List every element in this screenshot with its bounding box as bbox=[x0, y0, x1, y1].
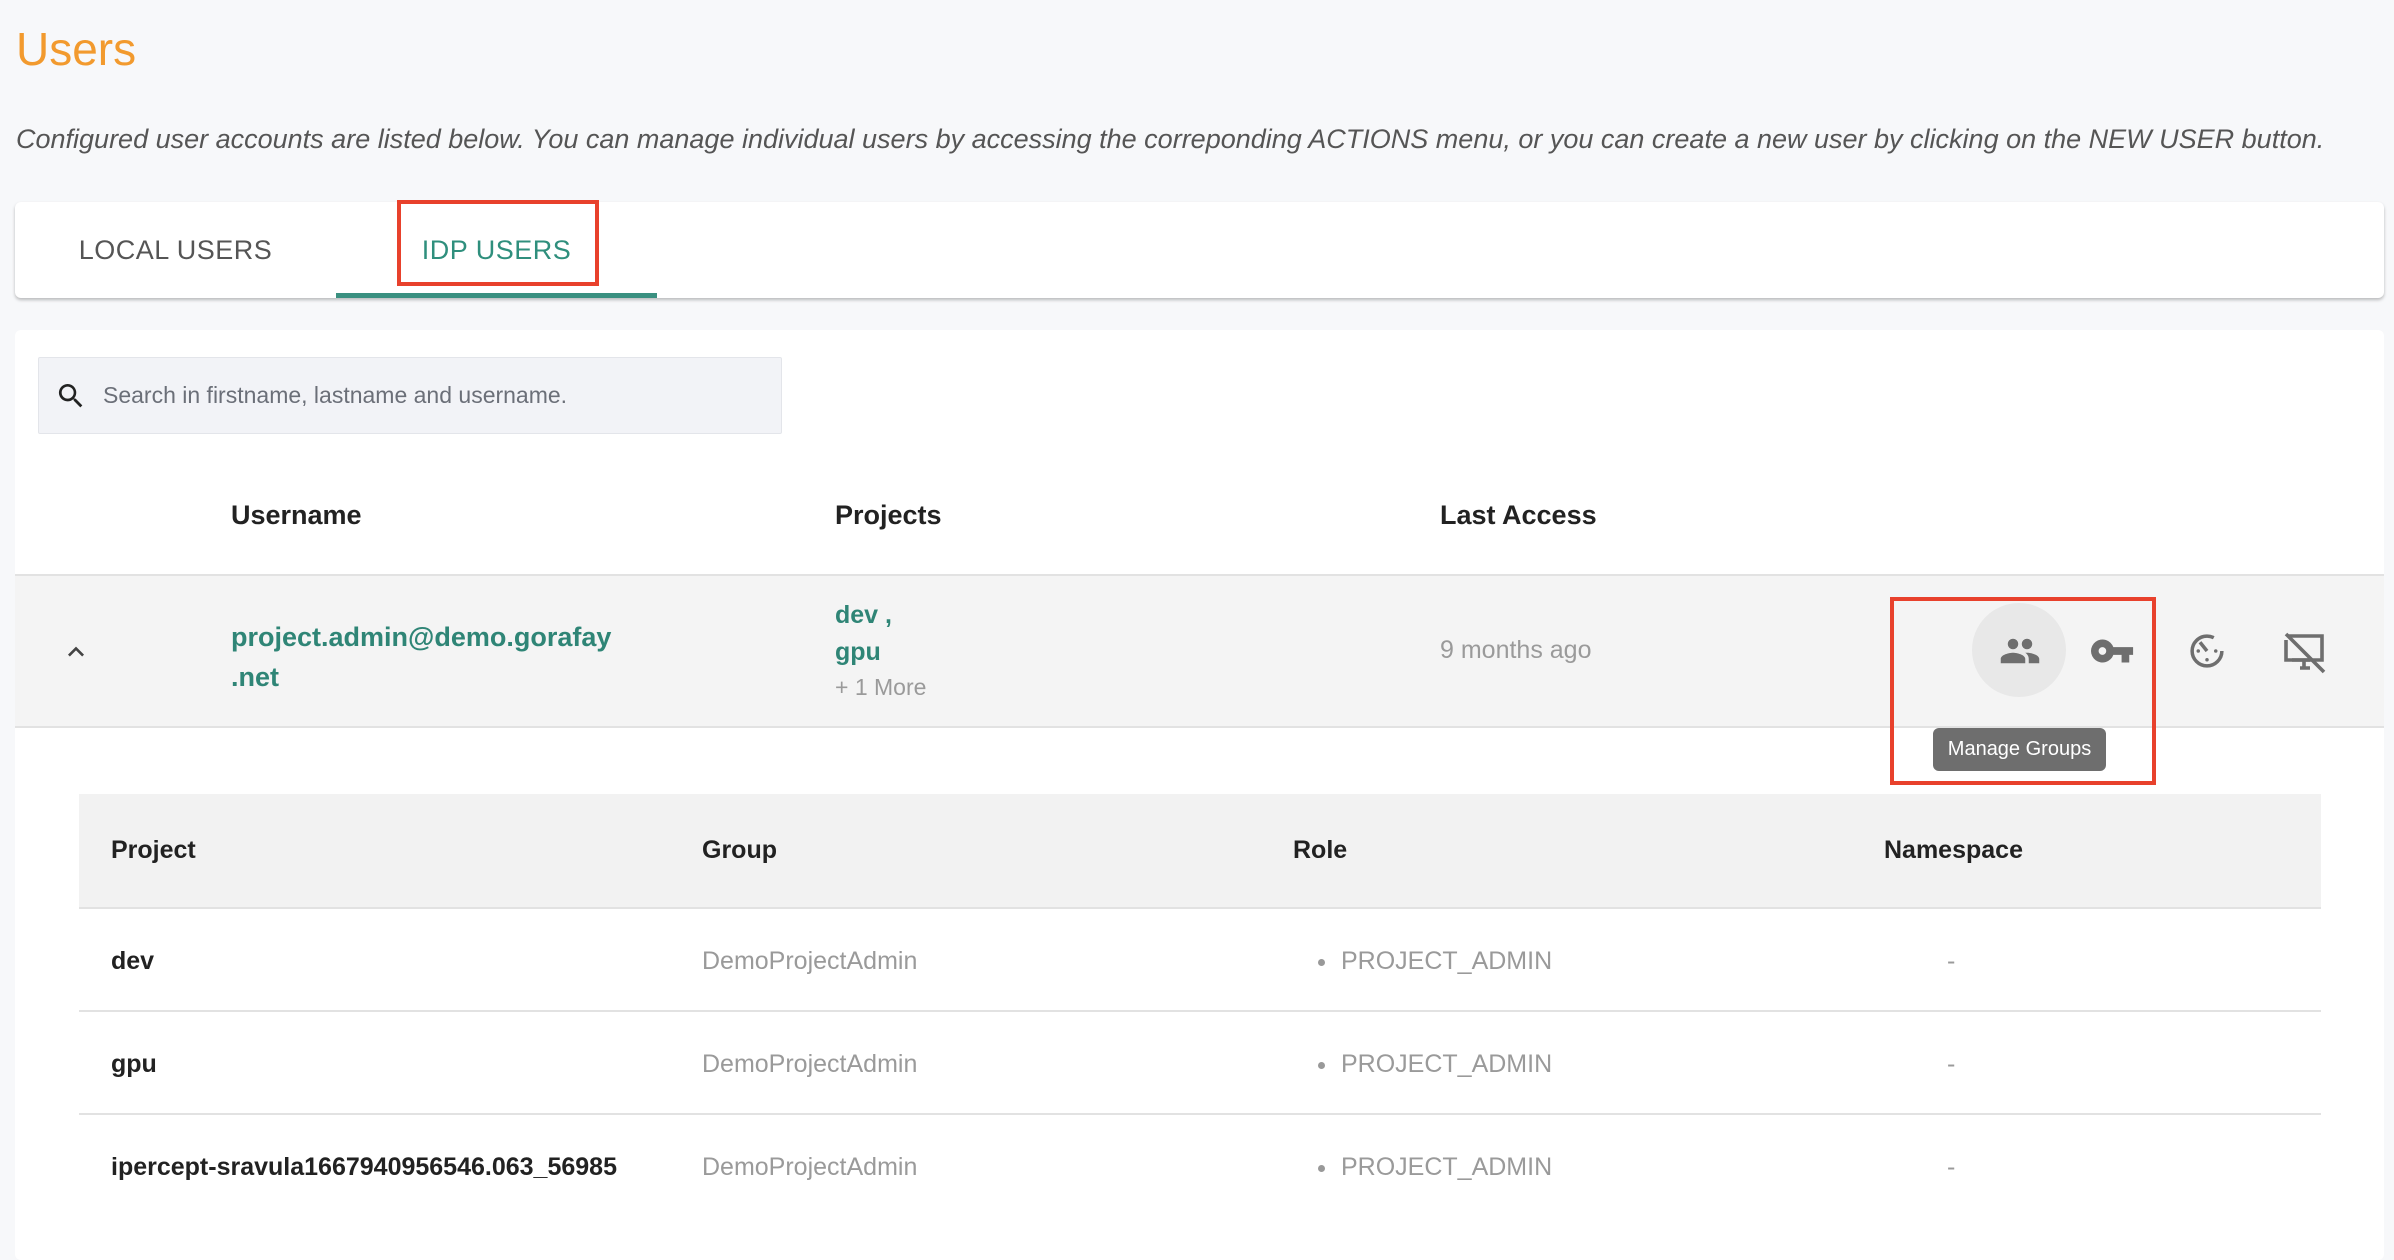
project-link-gpu[interactable]: gpu bbox=[835, 638, 881, 667]
group-cell: DemoProjectAdmin bbox=[702, 947, 918, 975]
bullet bbox=[1318, 1165, 1325, 1172]
role-cell: PROJECT_ADMIN bbox=[1341, 1050, 1553, 1078]
username-link[interactable]: project.admin@demo.gorafay bbox=[231, 622, 611, 653]
search-field[interactable] bbox=[38, 357, 782, 434]
tab-local-users[interactable]: LOCAL USERS bbox=[15, 202, 336, 298]
subtable-row: dev DemoProjectAdmin PROJECT_ADMIN - bbox=[79, 909, 2321, 1012]
search-input[interactable] bbox=[103, 358, 763, 433]
timer-icon[interactable] bbox=[2186, 630, 2228, 672]
search-icon bbox=[58, 384, 83, 408]
group-cell: DemoProjectAdmin bbox=[702, 1153, 918, 1181]
page-description: Configured user accounts are listed belo… bbox=[16, 124, 2325, 154]
chevron-up-icon[interactable] bbox=[60, 636, 92, 668]
column-header-username[interactable]: Username bbox=[231, 500, 362, 531]
subtable-header-role: Role bbox=[1293, 836, 1348, 864]
last-access-value: 9 months ago bbox=[1440, 636, 1592, 664]
subtable-row: ipercept-sravula1667940956546.063_56985 … bbox=[79, 1115, 2321, 1218]
active-tab-indicator bbox=[336, 293, 657, 298]
username-link-continued[interactable]: .net bbox=[231, 662, 279, 693]
subtable-header-group: Group bbox=[702, 836, 777, 864]
subtable-header-project: Project bbox=[111, 836, 196, 864]
more-projects-link[interactable]: + 1 More bbox=[835, 674, 926, 701]
project-link-dev[interactable]: dev , bbox=[835, 601, 892, 630]
role-cell: PROJECT_ADMIN bbox=[1341, 947, 1553, 975]
namespace-cell: - bbox=[1947, 1153, 1956, 1181]
subtable-row: gpu DemoProjectAdmin PROJECT_ADMIN - bbox=[79, 1012, 2321, 1115]
project-cell: dev bbox=[111, 947, 155, 975]
highlight-box-actions bbox=[1890, 597, 2156, 785]
column-header-last-access[interactable]: Last Access bbox=[1440, 500, 1597, 531]
tab-bar: LOCAL USERS IDP USERS bbox=[15, 202, 2384, 298]
bullet bbox=[1318, 1062, 1325, 1069]
role-cell: PROJECT_ADMIN bbox=[1341, 1153, 1553, 1181]
subtable-header-namespace: Namespace bbox=[1884, 836, 2023, 864]
bullet bbox=[1318, 959, 1325, 966]
monitor-off-icon[interactable] bbox=[2280, 628, 2328, 676]
group-cell: DemoProjectAdmin bbox=[702, 1050, 918, 1078]
namespace-cell: - bbox=[1947, 1050, 1956, 1078]
highlight-box-idp-tab bbox=[397, 200, 599, 286]
subtable-header: Project Group Role Namespace bbox=[79, 794, 2321, 909]
page-title: Users bbox=[16, 23, 137, 75]
namespace-cell: - bbox=[1947, 947, 1956, 975]
project-cell: gpu bbox=[111, 1050, 157, 1078]
column-header-projects: Projects bbox=[835, 500, 942, 530]
project-cell: ipercept-sravula1667940956546.063_56985 bbox=[111, 1153, 617, 1181]
